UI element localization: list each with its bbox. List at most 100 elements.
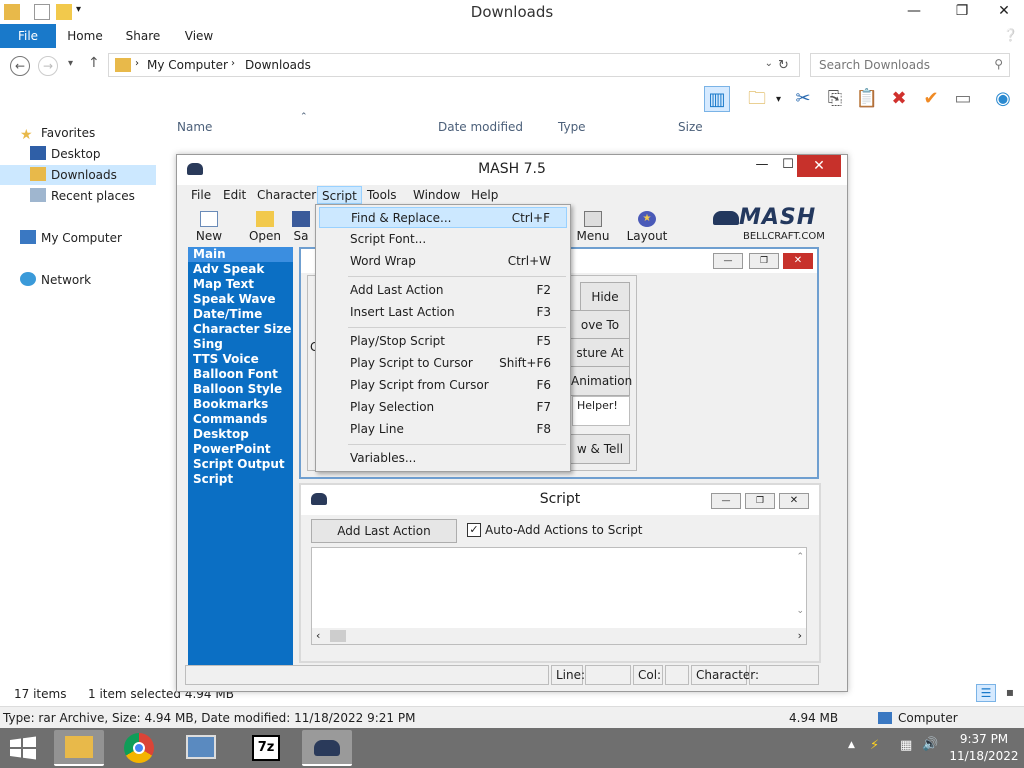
command-list-item[interactable]: Desktop (188, 427, 293, 442)
scroll-up-icon[interactable]: ⌃ (796, 552, 804, 562)
minimize-button[interactable]: — (713, 253, 743, 269)
chrome-taskbar-button[interactable] (114, 730, 164, 766)
start-button[interactable] (8, 736, 38, 760)
script-menu-item[interactable]: Play Selection F7 (319, 397, 567, 418)
command-list-item[interactable]: Speak Wave (188, 292, 293, 307)
script-editor[interactable]: ⌃ ⌄ ‹ › (311, 547, 807, 645)
tab-share[interactable]: Share (120, 24, 166, 48)
minimize-button[interactable]: — (894, 0, 934, 22)
script-menu-item[interactable]: Script Font... (319, 229, 567, 250)
copy-icon[interactable]: ⎘ (822, 86, 848, 112)
hide-button[interactable]: Hide (580, 282, 630, 312)
nav-desktop[interactable]: Desktop (30, 144, 101, 164)
restore-button[interactable]: ❐ (745, 493, 775, 509)
new-button[interactable]: New (185, 207, 233, 247)
script-menu-item[interactable]: Insert Last Action F3 (319, 302, 567, 323)
breadcrumb-my-computer[interactable]: My Computer (147, 58, 228, 72)
command-list-item[interactable]: Script (188, 472, 293, 487)
menu-button[interactable]: Menu (569, 207, 617, 247)
file-explorer-taskbar-button[interactable] (54, 730, 104, 766)
menu-tools[interactable]: Tools (363, 186, 401, 204)
show-hidden-icons-icon[interactable]: ▲ (848, 740, 855, 750)
show-tell-button[interactable]: w & Tell (570, 434, 630, 464)
command-list-item[interactable]: Balloon Style (188, 382, 293, 397)
photos-taskbar-button[interactable] (176, 730, 226, 766)
horizontal-scrollbar[interactable]: ‹ › (312, 628, 806, 644)
open-button[interactable]: Open (241, 207, 289, 247)
column-type[interactable]: Type (558, 120, 586, 134)
volume-icon[interactable]: 🔊 (922, 737, 938, 752)
script-menu-item[interactable]: Variables... (319, 448, 567, 469)
command-list-item[interactable]: Script Output (188, 457, 293, 472)
close-button[interactable]: ✕ (779, 493, 809, 509)
menu-file[interactable]: File (187, 186, 215, 204)
add-last-action-button[interactable]: Add Last Action (311, 519, 457, 543)
chevron-right-icon[interactable]: › (135, 58, 139, 69)
scroll-left-icon[interactable]: ‹ (316, 629, 320, 642)
large-icons-view-icon[interactable]: ▪ (1000, 684, 1020, 702)
delete-icon[interactable]: ✖ (886, 86, 912, 112)
layout-button[interactable]: ★ Layout (623, 207, 671, 247)
command-list-item[interactable]: Balloon Font (188, 367, 293, 382)
menu-character[interactable]: Character (253, 186, 320, 204)
network-globe-icon[interactable]: ◉ (990, 86, 1016, 112)
column-size[interactable]: Size (678, 120, 703, 134)
back-icon[interactable]: ← (10, 56, 30, 76)
auto-add-checkbox[interactable]: ✓ (467, 523, 481, 537)
animation-button[interactable]: Animation (570, 366, 632, 396)
chevron-down-icon[interactable]: ⌄ (765, 58, 773, 69)
command-list-item[interactable]: Commands (188, 412, 293, 427)
tray-app-icon[interactable]: ⚡ (870, 738, 879, 753)
refresh-icon[interactable]: ↻ (778, 58, 789, 73)
menu-edit[interactable]: Edit (219, 186, 250, 204)
forward-icon[interactable]: → (38, 56, 58, 76)
clock-time[interactable]: 9:37 PM (952, 732, 1016, 746)
chevron-right-icon[interactable]: › (231, 58, 235, 69)
command-list-item[interactable]: Map Text (188, 277, 293, 292)
script-menu-item[interactable]: Add Last Action F2 (319, 280, 567, 301)
script-menu-item[interactable]: Word Wrap Ctrl+W (319, 251, 567, 272)
close-button[interactable]: ✕ (797, 155, 841, 177)
script-menu-item[interactable]: Find & Replace... Ctrl+F (319, 207, 567, 228)
script-menu-item[interactable]: Play Line F8 (319, 419, 567, 440)
network-icon[interactable]: ▦ (900, 738, 912, 753)
search-input[interactable]: Search Downloads ⚲ (810, 53, 1010, 77)
cut-icon[interactable]: ✂ (790, 86, 816, 112)
7zip-taskbar-button[interactable]: 7z (240, 730, 290, 766)
minimize-button[interactable]: — (711, 493, 741, 509)
details-view-icon[interactable]: ☰ (976, 684, 996, 702)
nav-favorites[interactable]: ★ Favorites (20, 123, 95, 143)
command-list-item[interactable]: Sing (188, 337, 293, 352)
column-date-modified[interactable]: Date modified (438, 120, 523, 134)
chevron-down-icon[interactable]: ▾ (776, 94, 781, 105)
command-list-item[interactable]: Main (188, 247, 293, 262)
tab-home[interactable]: Home (62, 24, 108, 48)
preview-pane-icon[interactable]: ▥ (704, 86, 730, 112)
address-bar[interactable]: › My Computer › Downloads ⌄ (108, 53, 800, 77)
command-list-item[interactable]: Bookmarks (188, 397, 293, 412)
column-name[interactable]: Name (177, 120, 212, 134)
up-icon[interactable]: ↑ (88, 55, 100, 71)
command-list-item[interactable]: PowerPoint (188, 442, 293, 457)
properties-icon[interactable]: ▭ (950, 86, 976, 112)
menu-script[interactable]: Script (317, 186, 362, 204)
menu-help[interactable]: Help (467, 186, 502, 204)
save-button[interactable]: Sa (289, 207, 313, 247)
script-menu-item[interactable]: Play/Stop Script F5 (319, 331, 567, 352)
folder-options-icon[interactable]: 🗀 (744, 86, 770, 112)
menu-window[interactable]: Window (409, 186, 464, 204)
scroll-right-icon[interactable]: › (798, 629, 802, 642)
mash-taskbar-button[interactable] (302, 730, 352, 766)
tab-view[interactable]: View (176, 24, 222, 48)
restore-button[interactable]: ❐ (942, 0, 982, 22)
gesture-at-button[interactable]: sture At (570, 338, 630, 368)
script-menu-item[interactable]: Play Script from Cursor F6 (319, 375, 567, 396)
tab-file[interactable]: File (0, 24, 56, 48)
nav-my-computer[interactable]: My Computer (20, 228, 122, 248)
nav-network[interactable]: Network (20, 270, 91, 290)
breadcrumb-downloads[interactable]: Downloads (245, 58, 311, 72)
command-list[interactable]: Main Adv Speak Map Text Speak Wave Date/Time… (188, 247, 293, 665)
command-list-item[interactable]: TTS Voice (188, 352, 293, 367)
close-button[interactable]: ✕ (783, 253, 813, 269)
restore-button[interactable]: ❐ (749, 253, 779, 269)
